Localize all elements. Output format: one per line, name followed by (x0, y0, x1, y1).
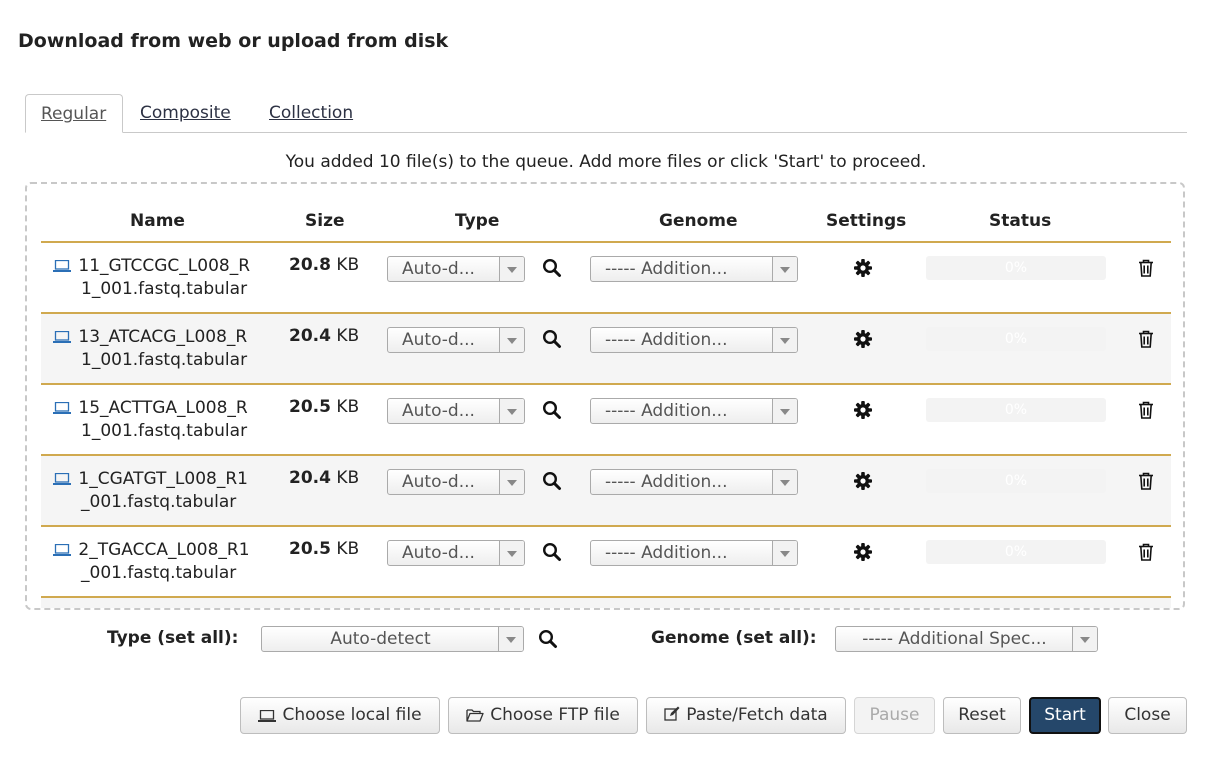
file-name-line2: 1_001.fastq.tabular (81, 279, 248, 299)
chevron-down-icon[interactable] (772, 328, 797, 352)
dialog-title: Download from web or upload from disk (18, 30, 449, 52)
file-name-line1: 11_GTCCGC_L008_R (78, 256, 251, 276)
genome-select[interactable]: ----- Addition... (590, 469, 798, 495)
file-name-line1: 2_TGACCA_L008_R1 (78, 540, 250, 560)
file-size: 20.5 KB (289, 539, 360, 559)
genome-select[interactable]: ----- Addition... (590, 327, 798, 353)
upload-progress-bar: 0% (926, 469, 1106, 493)
upload-row: 15_ACTTGA_L008_R 1_001.fastq.tabular 20.… (41, 383, 1171, 454)
upload-progress-bar: 0% (926, 327, 1106, 351)
chevron-down-icon[interactable] (1072, 627, 1097, 651)
header-size: Size (305, 211, 345, 231)
paste-fetch-label: Paste/Fetch data (686, 705, 828, 725)
file-name-line2: _001.fastq.tabular (81, 563, 237, 583)
chevron-down-icon[interactable] (772, 399, 797, 423)
tab-composite[interactable]: Composite (125, 94, 246, 132)
genome-set-all-label: Genome (set all): (651, 628, 817, 648)
upload-row: 2_TGACCA_L008_R1 _001.fastq.tabular 20.5… (41, 525, 1171, 596)
choose-ftp-file-button[interactable]: Choose FTP file (448, 697, 638, 734)
paste-fetch-button[interactable]: Paste/Fetch data (646, 697, 846, 734)
chevron-down-icon[interactable] (499, 257, 524, 281)
tab-collection[interactable]: Collection (254, 94, 368, 132)
upload-progress-bar: 0% (926, 256, 1106, 280)
upload-row: 11_GTCCGC_L008_R 1_001.fastq.tabular 20.… (41, 241, 1171, 312)
header-name: Name (130, 211, 185, 231)
tab-regular[interactable]: Regular (25, 94, 123, 133)
file-size: 20.8 KB (289, 255, 360, 275)
file-name-line1: 1_CGATGT_L008_R1 (78, 469, 248, 489)
file-type-select[interactable]: Auto-d... (387, 469, 525, 495)
laptop-icon (53, 540, 78, 560)
upload-dropzone[interactable]: Name Size Type Genome Settings Status 11… (25, 182, 1185, 610)
upload-progress-bar: 0% (926, 540, 1106, 564)
chevron-down-icon[interactable] (772, 470, 797, 494)
type-set-all-value: Auto-detect (330, 629, 431, 649)
type-set-all-label: Type (set all): (107, 628, 239, 648)
file-type-select[interactable]: Auto-d... (387, 327, 525, 353)
file-size: 20.4 KB (289, 468, 360, 488)
chevron-down-icon[interactable] (499, 328, 524, 352)
genome-select[interactable]: ----- Addition... (590, 540, 798, 566)
choose-local-file-button[interactable]: Choose local file (240, 697, 440, 734)
type-set-all-select[interactable]: Auto-detect (261, 626, 524, 652)
file-name-line1: 13_ATCACG_L008_R (78, 327, 248, 347)
genome-select[interactable]: ----- Addition... (590, 256, 798, 282)
file-type-select[interactable]: Auto-d... (387, 398, 525, 424)
file-name: 2_TGACCA_L008_R1 _001.fastq.tabular (53, 539, 259, 585)
upload-row: 3_CGGAAT_L008_R1 _001.fastq.tabular 20.5… (41, 596, 1171, 608)
file-type-select[interactable]: Auto-d... (387, 256, 525, 282)
upload-tabs: Regular Composite Collection (25, 94, 1187, 133)
header-status: Status (989, 211, 1052, 231)
upload-row: 1_CGATGT_L008_R1 _001.fastq.tabular 20.4… (41, 454, 1171, 525)
file-name: 1_CGATGT_L008_R1 _001.fastq.tabular (53, 468, 259, 514)
file-name: 15_ACTTGA_L008_R 1_001.fastq.tabular (53, 397, 259, 443)
file-name: 13_ATCACG_L008_R 1_001.fastq.tabular (53, 326, 259, 372)
laptop-icon (258, 705, 282, 725)
file-type-select[interactable]: Auto-d... (387, 540, 525, 566)
folder-open-icon (466, 705, 490, 725)
chevron-down-icon[interactable] (772, 257, 797, 281)
genome-set-all-select[interactable]: ----- Additional Spec... (835, 626, 1098, 652)
chevron-down-icon[interactable] (499, 541, 524, 565)
queue-message: You added 10 file(s) to the queue. Add m… (285, 152, 927, 172)
edit-icon (664, 705, 686, 725)
choose-local-file-label: Choose local file (282, 705, 422, 725)
upload-row: 13_ATCACG_L008_R 1_001.fastq.tabular 20.… (41, 312, 1171, 383)
file-name-line2: 1_001.fastq.tabular (81, 350, 248, 370)
file-size: 20.4 KB (289, 326, 360, 346)
file-name-line2: 1_001.fastq.tabular (81, 421, 248, 441)
laptop-icon (53, 327, 78, 347)
file-name-line2: _001.fastq.tabular (81, 492, 237, 512)
upload-progress-bar: 0% (926, 398, 1106, 422)
laptop-icon (53, 398, 78, 418)
file-size: 20.5 KB (289, 397, 360, 417)
choose-ftp-file-label: Choose FTP file (490, 705, 620, 725)
reset-button[interactable]: Reset (943, 697, 1021, 734)
start-button[interactable]: Start (1029, 697, 1101, 734)
header-type: Type (455, 211, 500, 231)
chevron-down-icon[interactable] (499, 399, 524, 423)
chevron-down-icon[interactable] (499, 470, 524, 494)
header-settings: Settings (826, 211, 907, 231)
genome-select[interactable]: ----- Addition... (590, 398, 798, 424)
file-name: 11_GTCCGC_L008_R 1_001.fastq.tabular (53, 255, 259, 301)
chevron-down-icon[interactable] (772, 541, 797, 565)
pause-button[interactable]: Pause (854, 697, 935, 734)
file-name-line1: 15_ACTTGA_L008_R (78, 398, 248, 418)
chevron-down-icon[interactable] (498, 627, 523, 651)
close-button[interactable]: Close (1108, 697, 1187, 734)
laptop-icon (53, 469, 78, 489)
upload-queue-list: 11_GTCCGC_L008_R 1_001.fastq.tabular 20.… (41, 241, 1171, 608)
header-genome: Genome (659, 211, 738, 231)
genome-set-all-value: ----- Additional Spec... (862, 629, 1047, 649)
laptop-icon (53, 256, 78, 276)
